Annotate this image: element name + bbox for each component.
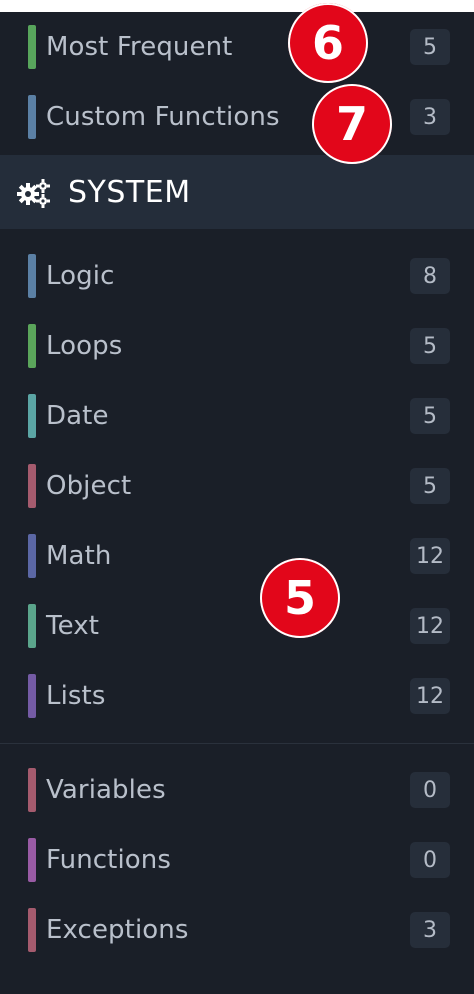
category-color-bar <box>28 95 36 139</box>
category-math[interactable]: Math 12 <box>0 521 474 591</box>
category-logic[interactable]: Logic 8 <box>0 241 474 311</box>
annotation-badge-7: 7 <box>312 84 392 164</box>
category-label: Logic <box>46 261 115 291</box>
top-edge <box>0 0 474 12</box>
category-color-bar <box>28 674 36 718</box>
category-label: Most Frequent <box>46 32 233 62</box>
category-object[interactable]: Object 5 <box>0 451 474 521</box>
section-divider <box>0 743 474 744</box>
category-variables[interactable]: Variables 0 <box>0 755 474 825</box>
category-label: Exceptions <box>46 915 189 945</box>
category-label: Math <box>46 541 112 571</box>
category-count: 5 <box>410 468 450 504</box>
category-color-bar <box>28 25 36 69</box>
category-color-bar <box>28 394 36 438</box>
category-text[interactable]: Text 12 <box>0 591 474 661</box>
category-most-frequent[interactable]: Most Frequent 5 <box>0 12 474 82</box>
gears-icon <box>17 179 50 208</box>
category-custom-functions[interactable]: Custom Functions 3 <box>0 82 474 152</box>
category-label: Date <box>46 401 109 431</box>
category-count: 12 <box>410 678 450 714</box>
category-color-bar <box>28 324 36 368</box>
category-color-bar <box>28 254 36 298</box>
annotation-badge-6: 6 <box>288 3 368 83</box>
category-exceptions[interactable]: Exceptions 3 <box>0 895 474 965</box>
category-color-bar <box>28 604 36 648</box>
category-date[interactable]: Date 5 <box>0 381 474 451</box>
category-label: Functions <box>46 845 172 875</box>
category-count: 5 <box>410 29 450 65</box>
category-color-bar <box>28 768 36 812</box>
category-lists[interactable]: Lists 12 <box>0 661 474 731</box>
category-count: 0 <box>410 772 450 808</box>
category-color-bar <box>28 534 36 578</box>
category-count: 8 <box>410 258 450 294</box>
category-label: Loops <box>46 331 123 361</box>
category-label: Custom Functions <box>46 102 280 132</box>
category-label: Text <box>46 611 99 641</box>
category-color-bar <box>28 838 36 882</box>
category-label: Object <box>46 471 132 501</box>
system-title: SYSTEM <box>68 174 191 210</box>
category-count: 12 <box>410 538 450 574</box>
category-count: 3 <box>410 99 450 135</box>
category-loops[interactable]: Loops 5 <box>0 311 474 381</box>
category-label: Variables <box>46 775 166 805</box>
category-label: Lists <box>46 681 106 711</box>
category-count: 3 <box>410 912 450 948</box>
category-color-bar <box>28 464 36 508</box>
category-count: 5 <box>410 398 450 434</box>
category-color-bar <box>28 908 36 952</box>
system-section-header[interactable]: SYSTEM <box>0 155 474 229</box>
annotation-badge-5: 5 <box>260 558 340 638</box>
category-count: 12 <box>410 608 450 644</box>
category-functions[interactable]: Functions 0 <box>0 825 474 895</box>
category-count: 0 <box>410 842 450 878</box>
category-count: 5 <box>410 328 450 364</box>
